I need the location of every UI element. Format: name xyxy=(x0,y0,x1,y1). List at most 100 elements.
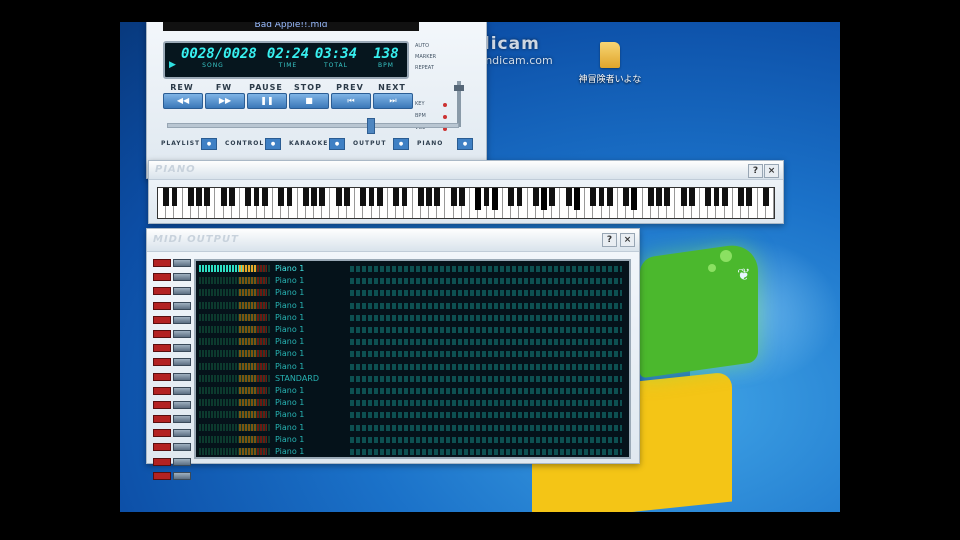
channel-mute-button[interactable] xyxy=(153,457,171,466)
piano-black-key[interactable] xyxy=(360,188,367,206)
piano-black-key[interactable] xyxy=(574,188,580,210)
piano-black-key[interactable] xyxy=(220,188,227,206)
channel-mute-button[interactable] xyxy=(153,415,171,424)
piano-black-key[interactable] xyxy=(713,188,720,206)
channel-mute-button[interactable] xyxy=(153,429,171,438)
stop-button[interactable]: ■ xyxy=(289,93,329,109)
channel-mute-button[interactable] xyxy=(153,400,171,409)
channel-solo-button[interactable] xyxy=(173,301,191,310)
piano-black-key[interactable] xyxy=(187,188,194,206)
piano-black-key[interactable] xyxy=(647,188,654,206)
fw-button[interactable]: ▶▶ xyxy=(205,93,245,109)
channel-solo-button[interactable] xyxy=(173,386,191,395)
piano-black-key[interactable] xyxy=(590,188,597,206)
channel-solo-button[interactable] xyxy=(173,358,191,367)
channel-mute-button[interactable] xyxy=(153,386,171,395)
channel-mute-button[interactable] xyxy=(153,287,171,296)
seek-knob[interactable] xyxy=(367,118,375,134)
piano-black-key[interactable] xyxy=(229,188,235,206)
channel-solo-button[interactable] xyxy=(173,273,191,282)
next-button[interactable]: ⏭ xyxy=(373,93,413,109)
channel-solo-button[interactable] xyxy=(173,443,191,452)
piano-black-key[interactable] xyxy=(738,188,744,206)
piano-black-key[interactable] xyxy=(508,188,515,206)
piano-black-key[interactable] xyxy=(417,188,424,206)
piano-help-button[interactable]: ? xyxy=(748,164,763,178)
channel-mute-button[interactable] xyxy=(153,372,171,381)
piano-black-key[interactable] xyxy=(426,188,432,206)
channel-solo-button[interactable] xyxy=(173,429,191,438)
piano-keyboard[interactable] xyxy=(157,187,775,219)
channel-mute-button[interactable] xyxy=(153,273,171,282)
piano-black-key[interactable] xyxy=(516,188,523,206)
piano-black-key[interactable] xyxy=(459,188,465,206)
piano-black-key[interactable] xyxy=(656,188,662,206)
piano-black-key[interactable] xyxy=(344,188,350,206)
channel-solo-button[interactable] xyxy=(173,471,191,480)
piano-black-key[interactable] xyxy=(376,188,383,206)
panel-toggle-piano[interactable]: ● xyxy=(457,138,473,150)
pause-button[interactable]: ❚❚ xyxy=(247,93,287,109)
midi-close-button[interactable]: × xyxy=(620,233,635,247)
piano-black-key[interactable] xyxy=(606,188,613,206)
channel-mute-button[interactable] xyxy=(153,259,171,267)
channel-solo-button[interactable] xyxy=(173,457,191,466)
piano-black-key[interactable] xyxy=(171,188,178,206)
piano-black-key[interactable] xyxy=(762,188,769,206)
piano-black-key[interactable] xyxy=(680,188,687,206)
channel-mute-button[interactable] xyxy=(153,301,171,310)
piano-black-key[interactable] xyxy=(253,188,260,206)
channel-mute-button[interactable] xyxy=(153,471,171,480)
channel-solo-button[interactable] xyxy=(173,344,191,353)
piano-black-key[interactable] xyxy=(483,188,490,206)
piano-black-key[interactable] xyxy=(746,188,753,206)
seek-bar[interactable] xyxy=(167,118,459,134)
piano-black-key[interactable] xyxy=(688,188,695,206)
channel-mute-button[interactable] xyxy=(153,443,171,452)
channel-solo-button[interactable] xyxy=(173,372,191,381)
channel-solo-button[interactable] xyxy=(173,259,191,267)
panel-toggle-playlist[interactable]: ● xyxy=(201,138,217,150)
piano-black-key[interactable] xyxy=(278,188,285,206)
piano-black-key[interactable] xyxy=(302,188,309,206)
option-auto[interactable]: AUTO xyxy=(415,43,429,49)
piano-black-key[interactable] xyxy=(204,188,211,206)
channel-solo-button[interactable] xyxy=(173,400,191,409)
piano-black-key[interactable] xyxy=(565,188,572,206)
piano-black-key[interactable] xyxy=(245,188,252,206)
piano-black-key[interactable] xyxy=(286,188,293,206)
piano-black-key[interactable] xyxy=(401,188,408,206)
piano-black-key[interactable] xyxy=(393,188,400,206)
channel-mute-button[interactable] xyxy=(153,358,171,367)
piano-black-key[interactable] xyxy=(311,188,317,206)
piano-black-key[interactable] xyxy=(549,188,556,206)
piano-black-key[interactable] xyxy=(163,188,170,206)
piano-black-key[interactable] xyxy=(434,188,441,206)
prev-button[interactable]: ⏮ xyxy=(331,93,371,109)
midi-help-button[interactable]: ? xyxy=(602,233,617,247)
desktop-folder[interactable]: 神冒険者いよな xyxy=(570,42,650,85)
piano-black-key[interactable] xyxy=(541,188,547,210)
piano-black-key[interactable] xyxy=(196,188,202,206)
option-repeat[interactable]: REPEAT xyxy=(415,65,434,71)
piano-black-key[interactable] xyxy=(532,188,539,206)
piano-close-button[interactable]: × xyxy=(764,164,779,178)
channel-mute-button[interactable] xyxy=(153,329,171,338)
piano-black-key[interactable] xyxy=(664,188,671,206)
piano-black-key[interactable] xyxy=(705,188,712,206)
channel-solo-button[interactable] xyxy=(173,287,191,296)
piano-black-key[interactable] xyxy=(631,188,638,210)
piano-black-key[interactable] xyxy=(450,188,457,206)
piano-black-key[interactable] xyxy=(335,188,342,206)
option-marker[interactable]: MARKER xyxy=(415,54,436,60)
piano-black-key[interactable] xyxy=(319,188,326,206)
volume-slider-knob[interactable] xyxy=(454,85,464,91)
piano-black-key[interactable] xyxy=(721,188,728,206)
channel-mute-button[interactable] xyxy=(153,315,171,324)
rew-button[interactable]: ◀◀ xyxy=(163,93,203,109)
panel-toggle-karaoke[interactable]: ● xyxy=(329,138,345,150)
piano-black-key[interactable] xyxy=(475,188,482,210)
piano-black-key[interactable] xyxy=(261,188,268,206)
channel-solo-button[interactable] xyxy=(173,415,191,424)
piano-black-key[interactable] xyxy=(491,188,498,210)
